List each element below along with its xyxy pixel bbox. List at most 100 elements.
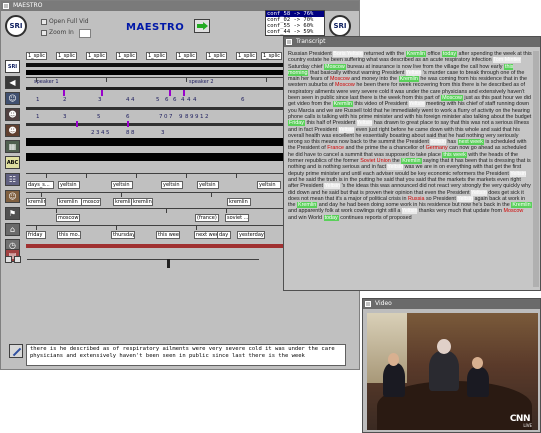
- face-mark[interactable]: [101, 90, 103, 96]
- video-titlebar[interactable]: Video: [363, 299, 540, 309]
- speaker-segment-track[interactable]: [26, 70, 283, 75]
- slider-prev-button[interactable]: [5, 256, 12, 263]
- place-track-icon[interactable]: ⌂: [5, 223, 20, 236]
- transcript-window-caption: Transcript: [296, 38, 326, 45]
- face-track-icon[interactable]: ☻: [5, 108, 20, 121]
- person-name-icon[interactable]: ☺: [5, 190, 20, 203]
- window-menu-icon[interactable]: [3, 3, 9, 9]
- transcript-scrollbar[interactable]: [533, 51, 539, 287]
- person-track-bar[interactable]: [26, 123, 283, 126]
- location-highlight: Germany: [425, 145, 448, 152]
- person-id-number: 9: [195, 114, 199, 120]
- transcript-run: thanks very much that update from: [417, 208, 504, 215]
- scene-track-bar[interactable]: [26, 138, 283, 146]
- face-mark[interactable]: [183, 90, 185, 96]
- person-highlight: Yeltsin: [408, 101, 425, 108]
- word-chip[interactable]: kremlin: [227, 198, 251, 206]
- person-id-number: 9: [179, 114, 183, 120]
- segment-chip[interactable]: 1_splic: [56, 52, 77, 60]
- date-track-bar[interactable]: [26, 244, 283, 248]
- sri-logo-right[interactable]: SRI: [329, 15, 351, 37]
- word-chip[interactable]: moscow: [81, 198, 101, 206]
- scene-track-icon[interactable]: ▦: [5, 140, 20, 153]
- word-chip[interactable]: kremlin: [26, 198, 46, 206]
- word-chip[interactable]: kremlin: [131, 198, 153, 206]
- person-track-icon[interactable]: ☻: [5, 124, 20, 137]
- live-tag: LIVE: [523, 423, 532, 428]
- slider-track[interactable]: [27, 259, 259, 268]
- transcript-text[interactable]: Russian President Boris Yeltsin returned…: [288, 51, 532, 287]
- segment-chip[interactable]: 1_splic: [116, 52, 137, 60]
- segment-chip[interactable]: 1_splic: [236, 52, 257, 60]
- face-id-number: 6: [241, 97, 245, 103]
- slider-thumb[interactable]: [167, 259, 170, 268]
- segment-track[interactable]: [26, 63, 283, 67]
- location-highlight: Russia: [407, 195, 425, 202]
- word-chip[interactable]: yeltsin: [58, 181, 80, 189]
- word-chip[interactable]: days_s...: [26, 181, 54, 189]
- checkbox-icon[interactable]: [41, 18, 47, 25]
- segment-chip[interactable]: 1_splic: [176, 52, 197, 60]
- word-chip[interactable]: next week: [194, 231, 218, 239]
- word-chip[interactable]: this week: [156, 231, 180, 239]
- word-chip[interactable]: day: [217, 231, 231, 239]
- timeline-tick: [196, 226, 197, 230]
- word-chip[interactable]: friday: [26, 231, 46, 239]
- video-window: Video CNN LIVE: [362, 298, 541, 433]
- caption-text-box[interactable]: there is he described as of respiratory …: [26, 344, 346, 366]
- confidence-list[interactable]: conf_58 -> 76% conf_02 -> 70% conf_55 ->…: [265, 10, 325, 36]
- word-chip[interactable]: yeltsin: [197, 181, 219, 189]
- sri-logo-left[interactable]: SRI: [5, 15, 27, 37]
- scene-mark[interactable]: [76, 121, 78, 127]
- segment-chip[interactable]: 1_splic: [86, 52, 107, 60]
- word-timeline-1: [26, 173, 283, 180]
- location-track-icon[interactable]: ⚑: [5, 207, 20, 220]
- transcript-run: this video of President: [352, 101, 409, 108]
- word-chip[interactable]: yeltsin: [161, 181, 183, 189]
- timeline-tick: [186, 78, 187, 82]
- person-highlight: Yeltsin: [401, 208, 418, 215]
- segment-chip[interactable]: 1_splic: [261, 52, 282, 60]
- speaker-segment-icon[interactable]: ◀: [5, 76, 20, 89]
- transcript-run: and the prime the a chancellor of: [344, 145, 426, 152]
- word-chip[interactable]: (france): [195, 214, 219, 222]
- word-chip[interactable]: soviet ...: [225, 214, 249, 222]
- window-menu-icon[interactable]: [365, 301, 371, 307]
- person-highlight: Yeltsin: [405, 69, 422, 76]
- face-track-bar[interactable]: [26, 107, 283, 110]
- go-button[interactable]: [194, 19, 210, 33]
- ocr-track-bar[interactable]: [26, 153, 283, 161]
- video-frame[interactable]: CNN LIVE: [367, 313, 538, 430]
- sri-track-icon[interactable]: SRI: [5, 60, 20, 73]
- word-chip[interactable]: this mo...: [57, 231, 81, 239]
- entity-highlight: Kremlin: [405, 51, 427, 57]
- caption-edit-button[interactable]: [9, 344, 23, 358]
- word-chip[interactable]: yeltsin: [111, 181, 133, 189]
- ocr-track-icon[interactable]: ABC: [5, 156, 20, 169]
- segment-chip[interactable]: 1_splic: [146, 52, 167, 60]
- speaker-id-icon[interactable]: ☺: [5, 92, 20, 105]
- word-chip[interactable]: thursday: [111, 231, 135, 239]
- segment-chip[interactable]: 1_splic: [206, 52, 227, 60]
- slider-next-button[interactable]: [14, 256, 21, 263]
- scene-mark[interactable]: [127, 121, 129, 127]
- word-chip[interactable]: yeltsin: [257, 181, 281, 189]
- word-chip[interactable]: moscow: [56, 214, 80, 222]
- checkbox-icon[interactable]: [41, 29, 47, 36]
- transcript-titlebar[interactable]: Transcript: [284, 37, 540, 47]
- zoom-in-checkbox[interactable]: Zoom In: [41, 29, 74, 36]
- zoom-value-field[interactable]: [79, 29, 91, 38]
- person-highlight: Yeltsin: [471, 189, 487, 196]
- speaker-2-label: speaker 2: [189, 79, 214, 85]
- timeline-tick: [226, 209, 227, 213]
- segment-chip[interactable]: 1_splic: [26, 52, 47, 60]
- group-track-icon[interactable]: ☷: [5, 173, 20, 186]
- face-mark[interactable]: [169, 90, 171, 96]
- face-mark[interactable]: [63, 90, 65, 96]
- confidence-list-item[interactable]: conf_44 -> 59%: [266, 29, 324, 35]
- person-id-number: 6: [126, 114, 130, 120]
- transcript-run: and money into the: [349, 76, 399, 83]
- word-chip[interactable]: yesterday: [237, 231, 265, 239]
- window-menu-icon[interactable]: [286, 39, 292, 45]
- open-full-vid-checkbox[interactable]: Open Full Vid: [41, 18, 89, 25]
